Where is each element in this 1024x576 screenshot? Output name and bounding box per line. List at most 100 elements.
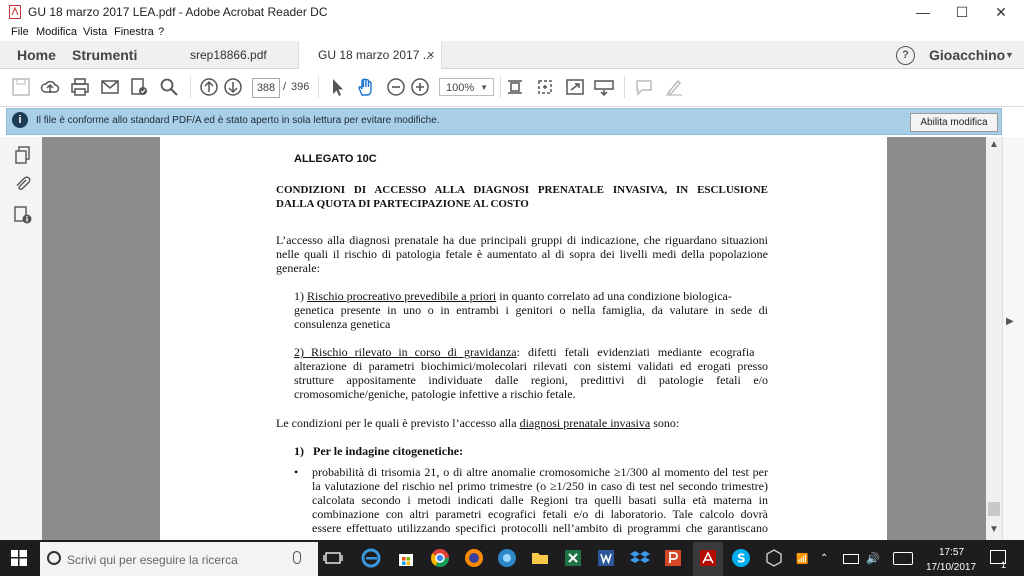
close-window-button[interactable]: ✕ [982,0,1020,24]
accessibility-check-icon[interactable] [129,77,149,97]
rotate-icon[interactable] [535,77,555,97]
wifi-icon[interactable]: 📶 [796,554,808,565]
tab-bar [0,41,1024,69]
powerpoint-icon[interactable] [663,548,683,568]
zoom-out-icon[interactable] [386,77,406,97]
conditions-text: Le condizioni per le quali è previsto l’… [276,416,520,430]
item1-line: consulenza genetica [294,317,391,331]
cortana-icon [47,551,61,565]
pdf-file-icon [9,5,21,19]
windows-start-icon[interactable] [11,550,27,566]
maximize-button[interactable]: ☐ [943,0,981,24]
battery-icon[interactable] [843,554,859,564]
search-placeholder: Scrivi qui per eseguire la ricerca [67,553,238,567]
task-view-icon[interactable] [323,548,343,568]
item1-underlined-title: Rischio procreativo prevedibile a priori [307,289,497,303]
toolbar-separator [190,76,191,98]
conditions-suffix: sono: [650,416,680,430]
tab-document-srep[interactable]: srep18866.pdf [190,48,267,62]
next-page-icon[interactable] [223,77,243,97]
full-screen-icon[interactable] [565,77,585,97]
email-icon[interactable] [100,77,120,97]
tab-home[interactable]: Home [17,47,56,63]
page-total: 396 [291,81,310,93]
dropbox-icon[interactable] [630,548,650,568]
show-hidden-icons-icon[interactable]: ⌃ [820,553,828,564]
volume-icon[interactable]: 🔊 [866,552,880,565]
tab-document-gu[interactable]: GU 18 marzo 2017 ... [318,48,433,62]
chevron-down-icon: ▼ [480,83,488,92]
search-icon[interactable] [159,77,179,97]
keyboard-icon[interactable] [594,77,614,97]
zoom-in-icon[interactable] [410,77,430,97]
clock-date[interactable]: 17/10/2017 [926,562,976,573]
skype-icon[interactable]: S [731,548,751,568]
print-icon[interactable] [70,77,90,97]
bullet-line: calcolata secondo i metodi indicati dall… [312,493,768,507]
app-blue-icon[interactable] [497,548,517,568]
menu-finestra[interactable]: Finestra [114,26,154,38]
allegato-title: ALLEGATO 10C [294,153,377,165]
pen-icon[interactable] [664,77,684,97]
pages-thumbnails-icon[interactable] [14,146,32,164]
tab-close-icon[interactable]: × [427,47,435,62]
menu-modifica[interactable]: Modifica [36,26,77,38]
attachments-icon[interactable] [14,175,32,193]
scroll-down-icon[interactable]: ▼ [989,524,999,535]
expand-right-pane-icon[interactable]: ▶ [1006,316,1014,327]
scrollbar-thumb[interactable] [988,502,1000,516]
enable-edit-button[interactable]: Abilita modifica [910,113,998,132]
conditions-underlined: diagnosi prenatale invasiva [519,416,651,430]
item1-line: genetica presente in uno o in entrambi i… [294,303,768,317]
item2-line: alterazione di parametri biochimici/mole… [294,359,768,373]
tab-tools[interactable]: Strumenti [72,47,137,63]
menu-vista[interactable]: Vista [83,26,107,38]
right-pane [1002,137,1024,540]
chrome-icon[interactable] [430,548,450,568]
section1-heading: 1) Per le indagine citogenetiche: [294,444,464,458]
edge-browser-icon[interactable] [361,548,381,568]
acrobat-reader-icon[interactable] [698,548,718,568]
section-heading-line1: CONDIZIONI DI ACCESSO ALLA DIAGNOSI PREN… [276,184,768,196]
app-cube-icon[interactable] [764,548,784,568]
excel-icon[interactable] [563,548,583,568]
vertical-scrollbar[interactable] [986,137,1002,540]
title-bar: GU 18 marzo 2017 LEA.pdf - Adobe Acrobat… [0,0,1024,24]
file-explorer-icon[interactable] [530,548,550,568]
item2-text: : difetti fetali evidenziati mediante ec… [516,345,755,359]
scroll-up-icon[interactable]: ▲ [989,139,999,150]
menu-file[interactable]: File [11,26,29,38]
minimize-button[interactable]: — [904,0,942,24]
previous-page-icon[interactable] [199,77,219,97]
microphone-icon[interactable] [293,551,301,564]
zoom-select[interactable]: 100% ▼ [439,78,494,96]
store-icon[interactable] [396,548,416,568]
item2-line: 2) Rischio rilevato in corso di gravidan… [294,345,768,360]
bullet-line: essere effettuato utilizzando specifici … [312,521,768,535]
help-icon[interactable]: ? [896,46,915,65]
word-icon[interactable] [596,548,616,568]
info-message: Il file è conforme allo standard PDF/A e… [36,115,440,126]
item1-line: 1) Rischio procreativo prevedibile a pri… [294,289,732,304]
user-name[interactable]: Gioacchino [929,47,1005,63]
select-cursor-icon[interactable] [327,77,347,97]
document-properties-icon[interactable] [13,205,33,225]
cloud-upload-icon[interactable] [40,77,60,97]
chevron-down-icon[interactable]: ▼ [1005,50,1014,60]
keyboard-layout-icon[interactable] [893,552,913,565]
intro-line: nelle quali il rischio di patologia feta… [276,247,768,261]
conditions-line: Le condizioni per le quali è previsto l’… [276,416,679,431]
page-fit-icon[interactable] [505,77,525,97]
save-icon[interactable] [11,77,31,97]
menu-help[interactable]: ? [158,26,164,38]
comment-icon[interactable] [634,77,654,97]
zoom-value: 100% [446,82,475,94]
page-separator: / [283,81,287,93]
hand-tool-icon[interactable] [356,77,376,97]
page-number-input[interactable]: 388 [252,78,280,98]
bullet-line: probabilità di trisomia 21, o di altre a… [312,465,768,479]
clock-time[interactable]: 17:57 [939,547,964,558]
toolbar-separator [624,76,625,98]
item1-number: 1) [294,289,307,303]
firefox-icon[interactable] [464,548,484,568]
